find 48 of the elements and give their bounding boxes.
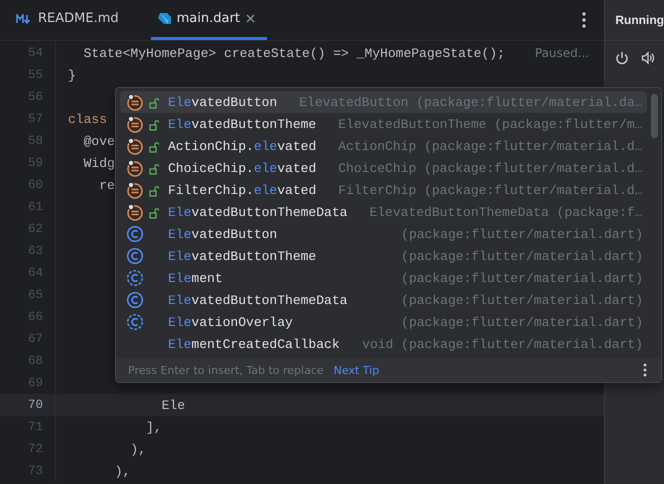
completion-item[interactable]: ElementCreatedCallback void (package:flutter/material.dart) [120, 333, 647, 355]
code-line: Widg [82, 156, 115, 170]
dart-icon [156, 12, 171, 26]
completion-item[interactable]: ElevatedButton (package:flutter/material.dart) [120, 223, 647, 245]
method-icon [126, 181, 160, 199]
code-line: re [98, 178, 115, 192]
code-line: ], [145, 420, 162, 434]
completion-item[interactable]: ActionChip.elevated ActionChip (package:flutter/material.d… [120, 135, 647, 157]
class-icon [126, 225, 144, 243]
panel-title: Running [615, 13, 664, 27]
inlay-hint: Paused... [534, 46, 590, 60]
completion-item[interactable]: ElevationOverlay (package:flutter/material.dart) [120, 311, 647, 333]
code-line: ), [114, 464, 130, 478]
completion-item[interactable]: ElevatedButtonTheme (package:flutter/material.dart) [120, 245, 647, 267]
markdown-icon [16, 14, 32, 24]
abstract-class-icon [126, 313, 144, 331]
method-icon [126, 137, 160, 155]
completion-item[interactable]: Element (package:flutter/material.dart) [120, 267, 647, 289]
code-line: } [68, 68, 76, 82]
scrollbar-thumb[interactable] [651, 94, 658, 138]
power-icon[interactable] [615, 51, 630, 65]
code-line: @ove [82, 134, 115, 148]
more-icon[interactable] [582, 12, 586, 28]
completion-item[interactable]: ElevatedButton ElevatedButton (package:flutter/material.da… [120, 91, 647, 113]
next-tip-link[interactable]: Next Tip [334, 364, 380, 376]
completion-item[interactable]: ElevatedButtonThemeData (package:flutter/material.dart) [120, 289, 647, 311]
method-icon [126, 203, 160, 221]
completion-item[interactable]: FilterChip.elevated FilterChip (package:flutter/material.d… [120, 179, 647, 201]
method-icon [126, 93, 160, 111]
close-icon[interactable] [246, 14, 255, 23]
method-icon [126, 159, 160, 177]
code-line: State<MyHomePage> createState() => _MyHomePageState(); [82, 46, 505, 60]
more-icon[interactable] [643, 363, 647, 377]
file-tab[interactable]: main.dart [150, 0, 267, 40]
abstract-class-icon [126, 269, 144, 287]
hint-text: Press Enter to insert, Tab to replace [128, 364, 324, 376]
code-line: Ele [160, 398, 186, 412]
completion-item[interactable]: ElevatedButtonThemeData ElevatedButtonThemeData (package:f… [120, 201, 647, 223]
code-line: class [68, 112, 108, 126]
line-number: 70 [0, 394, 56, 416]
file-tab[interactable]: README.md [10, 0, 131, 40]
method-icon [126, 115, 160, 133]
completion-item[interactable]: ChoiceChip.elevated ChoiceChip (package:flutter/material.d… [120, 157, 647, 179]
class-icon [126, 247, 144, 265]
completion-item[interactable]: ElevatedButtonTheme ElevatedButtonTheme (package:flutter/m… [120, 113, 647, 135]
code-line: ), [129, 442, 146, 456]
class-icon [126, 291, 144, 309]
speaker-icon[interactable] [641, 51, 656, 65]
